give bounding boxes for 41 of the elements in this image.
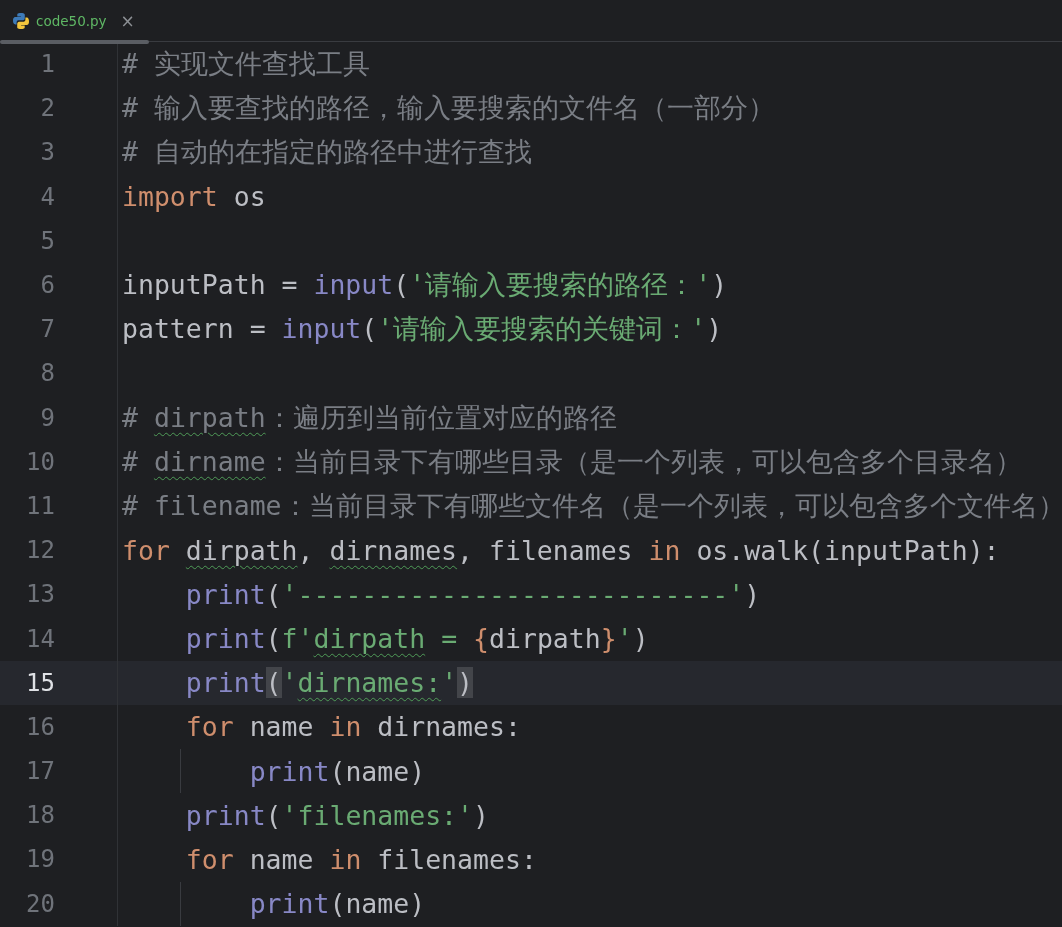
code-line: print(name) — [248, 888, 426, 920]
code-line: inputPath = input('请输入要搜索的路径：') — [122, 268, 728, 303]
line-number: 12 — [26, 536, 55, 565]
line-number: 5 — [40, 226, 55, 255]
line-number: 2 — [40, 94, 55, 123]
file-tab[interactable]: code50.py × — [0, 0, 149, 41]
line-number: 1 — [40, 50, 55, 79]
line-number: 18 — [26, 801, 55, 830]
code-line: print('---------------------------') — [184, 578, 761, 610]
code-line: print(name) — [248, 755, 426, 787]
code-line: # filename：当前目录下有哪些文件名（是一个列表，可以包含多个文件名） — [122, 488, 1062, 523]
line-number: 9 — [40, 403, 55, 432]
line-number: 14 — [26, 624, 55, 653]
close-tab-button[interactable]: × — [120, 10, 135, 31]
line-number: 16 — [26, 712, 55, 741]
line-number: 7 — [40, 315, 55, 344]
code-line: # 输入要查找的路径，输入要搜索的文件名（一部分） — [122, 91, 775, 126]
line-number: 3 — [40, 138, 55, 167]
line-number: 4 — [40, 182, 55, 211]
line-number: 11 — [26, 491, 55, 520]
line-number: 10 — [26, 447, 55, 476]
line-number: 6 — [40, 271, 55, 300]
python-file-icon — [12, 11, 30, 30]
line-number: 17 — [26, 757, 55, 786]
line-number: 13 — [26, 580, 55, 609]
line-number: 8 — [40, 359, 55, 388]
code-line: for dirpath, dirnames, filenames in os.walk(inputPath): — [122, 534, 1000, 566]
code-line: # 实现文件查找工具 — [122, 47, 370, 82]
line-number: 19 — [26, 845, 55, 874]
code-line: # 自动的在指定的路径中进行查找 — [122, 135, 532, 170]
line-number: 20 — [26, 889, 55, 918]
code-line: # dirname：当前目录下有哪些目录（是一个列表，可以包含多个目录名） — [122, 444, 1022, 479]
code-line: for name in dirnames: — [184, 711, 521, 743]
code-line: for name in filenames: — [184, 843, 537, 875]
code-line: print('dirnames:') — [184, 667, 474, 699]
code-line: # dirpath：遍历到当前位置对应的路径 — [122, 400, 617, 435]
line-number: 15 — [26, 668, 55, 697]
code-line: print('filenames:') — [184, 799, 489, 831]
code-line: import os — [122, 181, 266, 213]
code-line: pattern = input('请输入要搜索的关键词：') — [122, 312, 723, 347]
code-line: print(f'dirpath = {dirpath}') — [184, 623, 649, 655]
